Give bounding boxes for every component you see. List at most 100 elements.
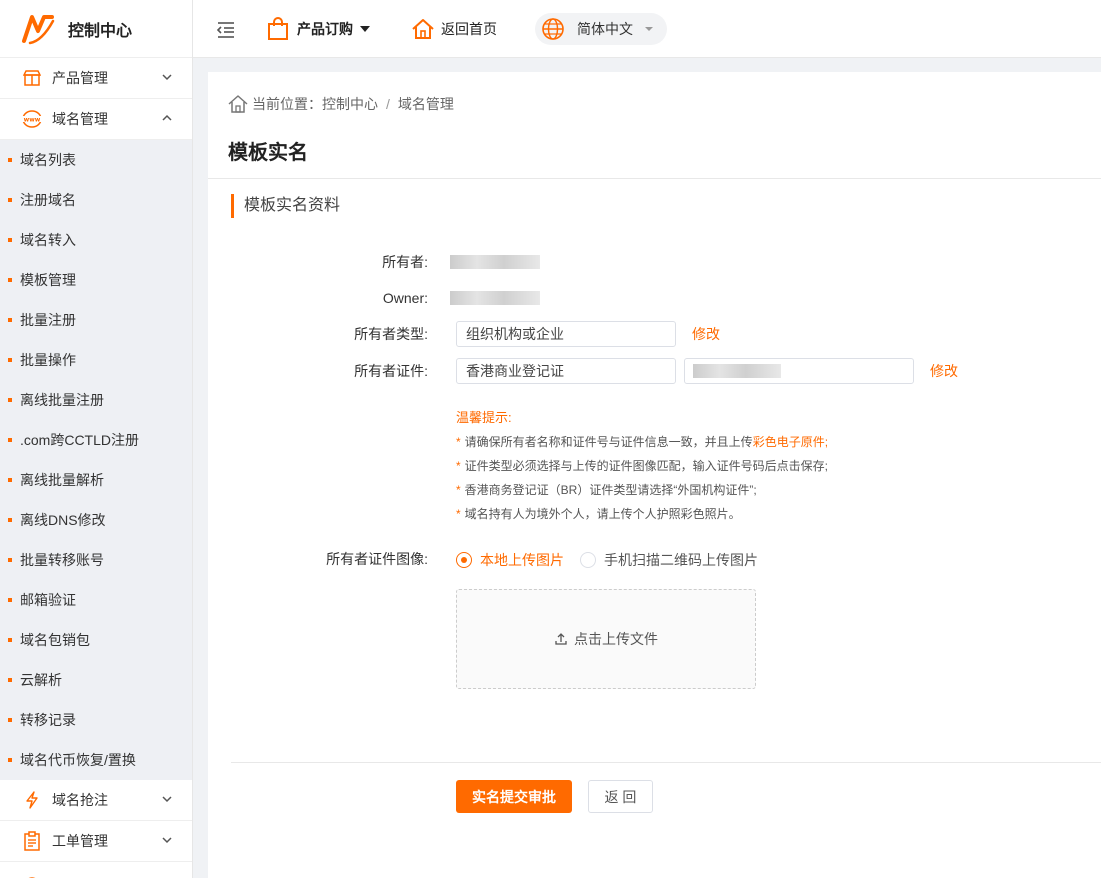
svg-text:www: www — [24, 117, 41, 124]
radio-mobile-scan[interactable]: 手机扫描二维码上传图片 — [580, 550, 758, 570]
sidebar-item-label: 域名包销包 — [20, 632, 90, 648]
globe-icon — [542, 17, 564, 40]
bullet-icon — [8, 278, 12, 282]
bullet-icon — [8, 358, 12, 362]
upload-label: 点击上传文件 — [574, 631, 658, 647]
sidebar-item-bulk-ops[interactable]: 批量操作 — [0, 340, 192, 380]
sidebar-group-backorder[interactable]: 域名抢注 — [0, 780, 192, 821]
sidebar-item-label: 转移记录 — [20, 712, 76, 728]
owner-cert-type-field[interactable]: 香港商业登记证 — [456, 358, 676, 384]
radio-unchecked-icon — [580, 552, 596, 568]
tips-title: 温馨提示: — [456, 410, 512, 425]
sidebar-item-com-cctld[interactable]: .com跨CCTLD注册 — [0, 420, 192, 460]
sidebar-group-label: 域名管理 — [52, 111, 108, 127]
home-link[interactable]: 返回首页 — [411, 18, 497, 40]
sidebar-item-domain-list[interactable]: 域名列表 — [0, 140, 192, 180]
bullet-icon — [8, 678, 12, 682]
sidebar-group-label: 域名抢注 — [52, 792, 108, 808]
owner-cert-number-field[interactable] — [684, 358, 914, 384]
tips-box: 温馨提示: * 请确保所有者名称和证件号与证件信息一致，并且上传彩色电子原件; *… — [456, 406, 828, 526]
edit-owner-type-link[interactable]: 修改 — [692, 324, 720, 344]
sidebar-item-transfer-in[interactable]: 域名转入 — [0, 220, 192, 260]
submit-verification-button[interactable]: 实名提交审批 — [456, 780, 572, 813]
sidebar-item-token-restore[interactable]: 域名代币恢复/置换 — [0, 740, 192, 780]
sidebar-item-offline-dns-modify[interactable]: 离线DNS修改 — [0, 500, 192, 540]
domain-submenu: 域名列表 注册域名 域名转入 模板管理 批量注册 批量操作 离线批量注册 .co… — [0, 140, 192, 780]
sidebar-item-label: 离线批量注册 — [20, 392, 104, 408]
bullet-icon — [8, 438, 12, 442]
breadcrumb-item-control-center[interactable]: 控制中心 — [322, 94, 378, 114]
owner-type-label: 所有者类型: — [354, 326, 428, 342]
sidebar-group-partial[interactable] — [0, 862, 192, 878]
lightning-icon — [22, 790, 42, 810]
sidebar-item-offline-bulk-dns[interactable]: 离线批量解析 — [0, 460, 192, 500]
clipboard-icon — [22, 831, 42, 851]
bullet-icon — [8, 758, 12, 762]
cert-image-label: 所有者证件图像: — [326, 551, 428, 567]
sidebar-item-label: 域名转入 — [20, 232, 76, 248]
breadcrumb: 当前位置： 控制中心 / 域名管理 — [228, 94, 454, 114]
sidebar-item-label: 域名列表 — [20, 152, 76, 168]
sidebar-item-transfer-records[interactable]: 转移记录 — [0, 700, 192, 740]
cert-number-redacted — [693, 364, 781, 378]
bullet-icon — [8, 718, 12, 722]
owner-en-row: Owner: — [208, 285, 1101, 311]
sidebar-group-tickets[interactable]: 工单管理 — [0, 821, 192, 862]
tip-line: * 香港商务登记证（BR）证件类型请选择“外国机构证件”; — [456, 483, 757, 497]
sidebar-item-offline-bulk-register[interactable]: 离线批量注册 — [0, 380, 192, 420]
divider — [231, 762, 1101, 763]
breadcrumb-item-domain-manage: 域名管理 — [397, 96, 454, 112]
section-title: 模板实名资料 — [231, 194, 340, 218]
bullet-icon — [8, 638, 12, 642]
product-order-menu[interactable]: 产品订购 — [267, 16, 371, 41]
sidebar: 控制中心 产品管理 www 域名管理 域名列表 注册域名 域名转入 模板管理 批… — [0, 0, 193, 878]
sidebar-item-domain-package[interactable]: 域名包销包 — [0, 620, 192, 660]
app-title: 控制中心 — [68, 22, 133, 40]
language-label: 简体中文 — [577, 20, 633, 37]
tip-line: * 证件类型必须选择与上传的证件图像匹配，输入证件号码后点击保存; — [456, 459, 829, 473]
breadcrumb-prefix: 当前位置： — [252, 96, 322, 112]
radio-label: 本地上传图片 — [480, 552, 564, 568]
caret-down-icon — [645, 26, 653, 31]
bullet-icon — [8, 478, 12, 482]
language-select[interactable]: 简体中文 — [535, 12, 667, 45]
sidebar-item-label: 离线DNS修改 — [20, 512, 106, 528]
bullet-icon — [8, 518, 12, 522]
shopping-bag-icon — [268, 16, 288, 40]
sidebar-item-label: 批量注册 — [20, 312, 76, 328]
caret-down-icon — [360, 25, 370, 32]
collapse-menu-icon[interactable] — [215, 18, 237, 40]
chevron-down-icon — [162, 796, 172, 803]
sidebar-group-label: 产品管理 — [52, 70, 108, 86]
product-box-icon — [22, 68, 42, 88]
tip-line: * 域名持有人为境外个人，请上传个人护照彩色照片。 — [456, 507, 741, 521]
upload-icon — [555, 633, 567, 645]
sidebar-item-cloud-dns[interactable]: 云解析 — [0, 660, 192, 700]
bullet-icon — [8, 598, 12, 602]
radio-label: 手机扫描二维码上传图片 — [604, 552, 758, 568]
sidebar-item-email-verify[interactable]: 邮箱验证 — [0, 580, 192, 620]
home-icon — [412, 18, 434, 39]
radio-local-upload[interactable]: 本地上传图片 — [456, 550, 564, 570]
sidebar-item-template-manage[interactable]: 模板管理 — [0, 260, 192, 300]
owner-type-field[interactable]: 组织机构或企业 — [456, 321, 676, 347]
sidebar-item-bulk-transfer-account[interactable]: 批量转移账号 — [0, 540, 192, 580]
bullet-icon — [8, 158, 12, 162]
owner-label: 所有者: — [382, 254, 428, 270]
sidebar-item-register-domain[interactable]: 注册域名 — [0, 180, 192, 220]
back-button[interactable]: 返 回 — [588, 780, 653, 813]
upload-dropzone[interactable]: 点击上传文件 — [456, 589, 756, 689]
sidebar-item-label: 模板管理 — [20, 272, 76, 288]
edit-owner-cert-link[interactable]: 修改 — [930, 361, 958, 381]
sidebar-item-bulk-register[interactable]: 批量注册 — [0, 300, 192, 340]
bullet-icon — [8, 558, 12, 562]
sidebar-group-domain[interactable]: www 域名管理 — [0, 99, 192, 140]
breadcrumb-separator: / — [386, 96, 390, 112]
sidebar-item-label: 邮箱验证 — [20, 592, 76, 608]
bullet-icon — [8, 198, 12, 202]
www-icon: www — [22, 109, 42, 129]
logo-bar: 控制中心 — [0, 0, 192, 58]
sidebar-group-product[interactable]: 产品管理 — [0, 58, 192, 99]
chevron-down-icon — [162, 74, 172, 81]
sidebar-item-label: 批量操作 — [20, 352, 76, 368]
